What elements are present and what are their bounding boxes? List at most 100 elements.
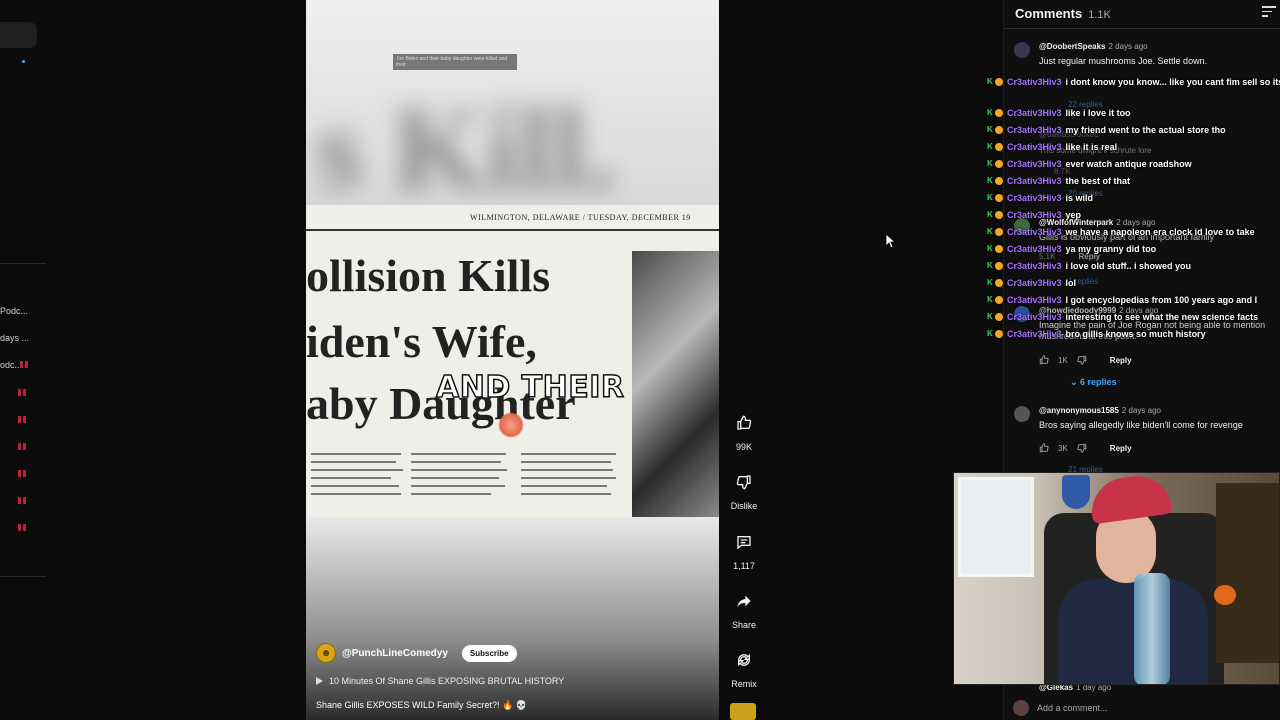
coin-badge-icon	[995, 279, 1003, 287]
remix-icon	[729, 645, 759, 675]
chat-line: K Cr3ativ3Hiv3 i love old stuff.. i showed…	[987, 260, 1191, 272]
remix-button[interactable]: Remix	[722, 645, 766, 689]
sidebar-selected-item[interactable]	[0, 22, 37, 48]
chat-message: interesting to see what the new science …	[1065, 312, 1259, 322]
chat-message: like i love it too	[1065, 108, 1131, 118]
coin-badge-icon	[995, 228, 1003, 236]
newspaper-headline-line: iden's Wife,	[306, 316, 537, 367]
sidebar-item-label[interactable]: days ...	[0, 333, 29, 343]
dislike-label: Dislike	[730, 501, 758, 511]
share-icon	[729, 586, 759, 616]
like-count: 1K	[1058, 355, 1068, 365]
video-overlay-caption: AND THEIR	[435, 369, 625, 406]
coin-badge-icon	[995, 313, 1003, 321]
coin-badge-icon	[995, 78, 1003, 86]
shelf	[1216, 483, 1279, 663]
chat-username: Cr3ativ3Hiv3	[1007, 210, 1062, 220]
coin-badge-icon	[995, 126, 1003, 134]
chat-username: Cr3ativ3Hiv3	[1007, 108, 1062, 118]
chat-username: Cr3ativ3Hiv3	[1007, 244, 1062, 254]
comment-author[interactable]: @DoobertSpeaks 2 days ago	[1039, 42, 1148, 51]
thumbs-down-icon	[729, 467, 759, 497]
live-icon	[20, 361, 30, 368]
dislike-button[interactable]: Dislike	[722, 467, 766, 511]
comments-divider	[1004, 28, 1280, 29]
comment-icon	[729, 527, 759, 557]
chair-logo	[1062, 475, 1090, 509]
short-title[interactable]: Shane Gillis EXPOSES WILD Family Secret?…	[316, 700, 527, 711]
like-button[interactable]: 99K	[722, 408, 766, 452]
chat-username: Cr3ativ3Hiv3	[1007, 295, 1062, 305]
sidebar-item-label[interactable]: Podc...	[0, 306, 28, 316]
chat-username: Cr3ativ3Hiv3	[1007, 142, 1062, 152]
thumbs-up-icon[interactable]	[1039, 443, 1049, 453]
newspaper-dateline: WILMINGTON, DELAWARE / TUESDAY, DECEMBER…	[470, 213, 691, 222]
comments-title: Comments	[1015, 6, 1083, 21]
pumpkin	[1214, 585, 1236, 605]
comments-button[interactable]: 1,117	[722, 527, 766, 571]
kick-badge-icon: K	[987, 278, 993, 287]
thumbs-down-icon[interactable]	[1077, 355, 1087, 365]
chat-line: K Cr3ativ3Hiv3 i dont know you know... lik…	[987, 76, 1280, 88]
coin-badge-icon	[995, 109, 1003, 117]
comment-author[interactable]: @anynonymous1585 2 days ago	[1039, 406, 1161, 415]
chat-username: Cr3ativ3Hiv3	[1007, 278, 1062, 288]
thumbs-down-icon[interactable]	[1077, 443, 1087, 453]
kick-badge-icon: K	[987, 295, 993, 304]
comments-count: 1.1K	[1088, 9, 1111, 21]
share-button[interactable]: Share	[722, 586, 766, 630]
play-icon	[316, 677, 323, 685]
notification-dot	[22, 60, 25, 63]
chat-message: ya my granny did too	[1065, 244, 1157, 254]
chat-message: i dont know you know... like you cant fi…	[1065, 77, 1280, 87]
coin-badge-icon	[995, 330, 1003, 338]
kick-badge-icon: K	[987, 261, 993, 270]
avatar	[1013, 700, 1029, 716]
subscribe-button[interactable]: Subscribe	[461, 644, 517, 662]
newspaper-photo	[632, 251, 719, 517]
chat-message: yep	[1065, 210, 1082, 220]
chat-message: like it is real	[1065, 142, 1118, 152]
add-comment-row[interactable]: Add a comment...	[1013, 700, 1108, 716]
reply-button[interactable]: Reply	[1110, 444, 1132, 453]
kick-badge-icon: K	[987, 108, 993, 117]
playlist-link[interactable]: 10 Minutes Of Shane Gillis EXPOSING BRUT…	[316, 676, 564, 686]
chat-line: K Cr3ativ3Hiv3 bro gillis knows so much hi…	[987, 328, 1206, 340]
chat-line: K Cr3ativ3Hiv3 the best of that	[987, 175, 1130, 187]
reply-button[interactable]: Reply	[1110, 356, 1132, 365]
replies-toggle[interactable]: ⌄ 6 replies	[1070, 377, 1117, 388]
chat-message: the best of that	[1065, 176, 1131, 186]
avatar[interactable]	[1014, 406, 1030, 422]
like-count: 3K	[1058, 443, 1068, 453]
kick-badge-icon: K	[987, 244, 993, 253]
newspaper-clipping: WILMINGTON, DELAWARE / TUESDAY, DECEMBER…	[306, 205, 719, 517]
channel-name[interactable]: @PunchLineComedyy	[342, 648, 448, 659]
coin-badge-icon	[995, 296, 1003, 304]
sound-thumbnail[interactable]	[730, 703, 756, 720]
thumbs-up-icon[interactable]	[1039, 355, 1049, 365]
avatar[interactable]	[1014, 42, 1030, 58]
live-icon	[18, 470, 28, 477]
chat-line: K Cr3ativ3Hiv3 lol	[987, 277, 1076, 289]
live-icon	[18, 416, 28, 423]
sort-icon[interactable]	[1262, 6, 1276, 18]
chat-line: K Cr3ativ3Hiv3 we have a napoleon era cloc…	[987, 226, 1255, 238]
coin-badge-icon	[995, 177, 1003, 185]
short-video-player[interactable]: s Kill. Joe Biden and their baby daughte…	[306, 0, 719, 720]
sidebar-item-label[interactable]: odc...	[0, 360, 22, 370]
coin-badge-icon	[995, 143, 1003, 151]
chat-message: I got encyclopedias from 100 years ago a…	[1065, 295, 1258, 305]
channel-avatar[interactable]: ☻	[316, 643, 336, 663]
glass-bong	[1134, 573, 1170, 684]
newspaper-columns	[306, 445, 626, 515]
explosion-icon	[498, 412, 524, 438]
add-comment-input[interactable]: Add a comment...	[1037, 703, 1108, 713]
newspaper-rule	[306, 229, 719, 231]
comment-count: 1,117	[733, 561, 755, 571]
live-icon	[18, 389, 28, 396]
live-icon	[18, 443, 28, 450]
comment-actions: 3K Reply	[1039, 443, 1132, 453]
chat-username: Cr3ativ3Hiv3	[1007, 312, 1062, 322]
chat-username: Cr3ativ3Hiv3	[1007, 77, 1062, 87]
chat-username: Cr3ativ3Hiv3	[1007, 227, 1062, 237]
